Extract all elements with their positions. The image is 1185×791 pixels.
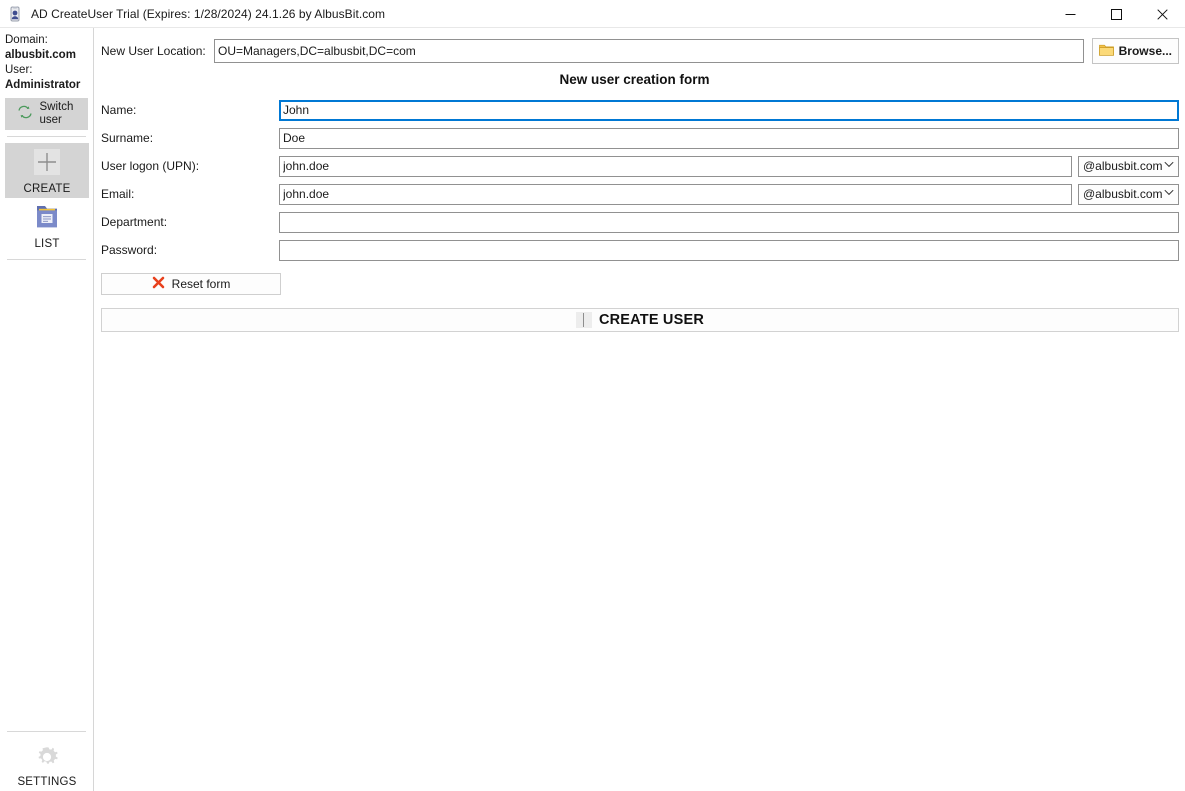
upn-label: User logon (UPN): xyxy=(101,159,200,173)
minimize-button[interactable] xyxy=(1047,0,1093,28)
plus-icon xyxy=(32,147,62,182)
name-label: Name: xyxy=(101,103,137,117)
window-title: AD CreateUser Trial (Expires: 1/28/2024)… xyxy=(31,6,386,21)
password-input[interactable] xyxy=(279,239,1179,261)
browse-button-label: Browse... xyxy=(1118,44,1172,58)
name-input[interactable] xyxy=(279,99,1179,121)
email-input[interactable] xyxy=(279,183,1072,205)
department-input[interactable] xyxy=(279,211,1179,233)
window-body: Domain: albusbit.com User: Administrator… xyxy=(0,28,1185,791)
new-user-location-label: New User Location: xyxy=(101,44,206,58)
form-row-upn: User logon (UPN): @albusbit.com xyxy=(101,152,1179,180)
new-user-location-input[interactable] xyxy=(214,39,1084,63)
sidebar-divider-2 xyxy=(7,259,86,260)
reset-form-label: Reset form xyxy=(171,277,231,291)
app-badge-icon xyxy=(7,6,23,22)
maximize-button[interactable] xyxy=(1093,0,1139,28)
domain-caption: Domain: xyxy=(5,34,48,46)
browse-button[interactable]: Browse... xyxy=(1091,38,1179,64)
folder-document-icon xyxy=(32,202,62,237)
form-title: New user creation form xyxy=(559,72,710,87)
password-label: Password: xyxy=(101,243,158,257)
upn-domain-select[interactable]: @albusbit.com xyxy=(1078,155,1179,177)
sidebar-item-settings-label: SETTINGS xyxy=(17,776,77,788)
user-value: Administrator xyxy=(5,79,81,91)
sidebar: Domain: albusbit.com User: Administrator… xyxy=(0,28,94,791)
email-domain-value: @albusbit.com xyxy=(1083,187,1163,201)
new-user-location-row: New User Location: Browse... xyxy=(94,28,1185,66)
title-bar: AD CreateUser Trial (Expires: 1/28/2024)… xyxy=(0,0,1185,28)
sidebar-item-create-label: CREATE xyxy=(23,183,71,195)
form-row-department: Department: xyxy=(101,208,1179,236)
plus-icon xyxy=(575,312,592,328)
department-label: Department: xyxy=(101,215,168,229)
close-button[interactable] xyxy=(1139,0,1185,28)
sidebar-item-create[interactable]: CREATE xyxy=(5,143,89,198)
upn-domain-value: @albusbit.com xyxy=(1083,159,1163,173)
email-label: Email: xyxy=(101,187,135,201)
upn-input[interactable] xyxy=(279,155,1072,177)
form-row-email: Email: @albusbit.com xyxy=(101,180,1179,208)
sidebar-item-settings[interactable]: SETTINGS xyxy=(5,740,89,791)
new-user-form: Name: Surname: User logon (UPN): @albusb… xyxy=(94,96,1185,264)
email-domain-select[interactable]: @albusbit.com xyxy=(1078,183,1179,205)
surname-input[interactable] xyxy=(279,127,1179,149)
create-user-label: CREATE USER xyxy=(598,312,705,328)
chevron-down-icon xyxy=(1164,189,1174,199)
form-row-name: Name: xyxy=(101,96,1179,124)
sidebar-divider-1 xyxy=(7,136,86,137)
chevron-down-icon xyxy=(1164,161,1174,171)
main-panel: New User Location: Browse... New user cr… xyxy=(94,28,1185,791)
create-user-button[interactable]: CREATE USER xyxy=(101,308,1179,332)
domain-value: albusbit.com xyxy=(5,49,76,61)
surname-label: Surname: xyxy=(101,131,154,145)
user-caption: User: xyxy=(5,64,33,76)
form-row-surname: Surname: xyxy=(101,124,1179,152)
sidebar-item-list[interactable]: LIST xyxy=(5,198,89,253)
folder-icon xyxy=(1098,43,1114,59)
switch-user-button[interactable]: Switch user xyxy=(5,98,88,130)
window-controls xyxy=(1047,0,1185,28)
sidebar-item-list-label: LIST xyxy=(34,238,60,250)
switch-user-label: Switch user xyxy=(39,101,74,126)
form-row-password: Password: xyxy=(101,236,1179,264)
gear-icon xyxy=(34,744,60,775)
switch-arrows-icon xyxy=(16,104,36,125)
reset-form-button[interactable]: Reset form xyxy=(101,273,281,295)
sidebar-settings-area: SETTINGS xyxy=(0,725,93,791)
sidebar-divider-3 xyxy=(7,731,86,732)
red-x-icon xyxy=(152,276,165,292)
